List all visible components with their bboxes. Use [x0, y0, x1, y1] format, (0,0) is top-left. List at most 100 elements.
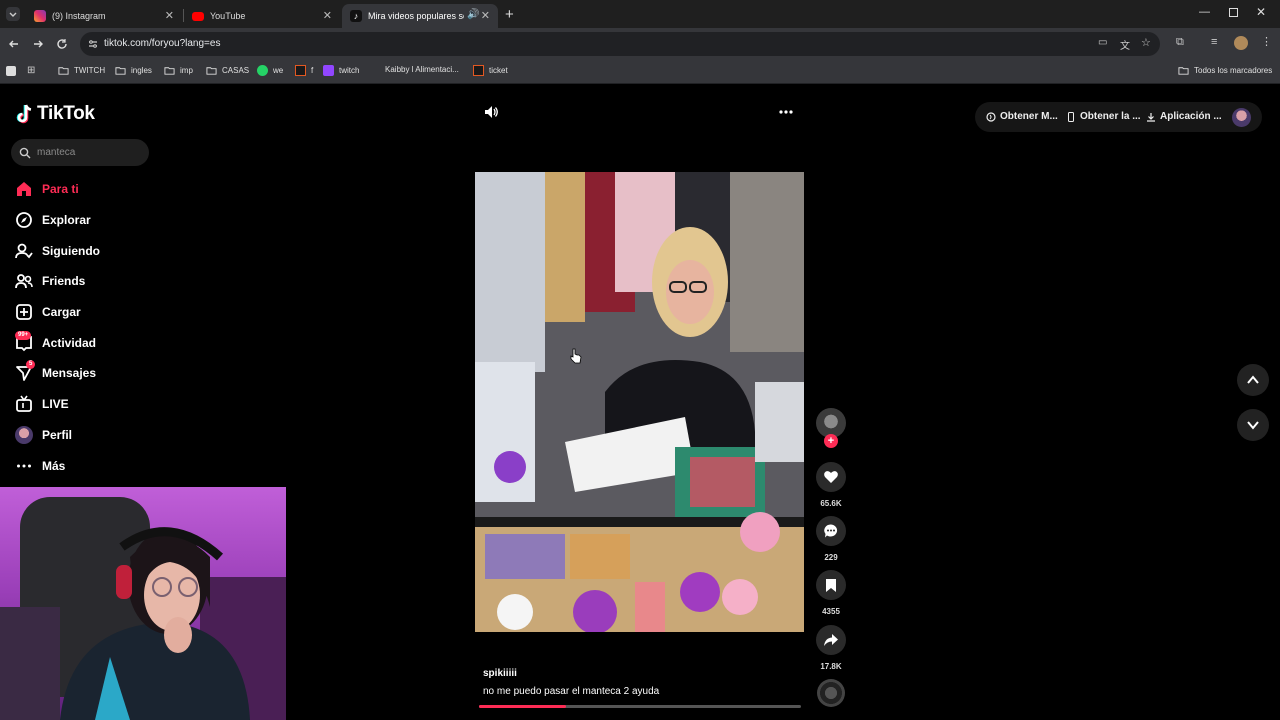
- chevron-down-icon: [9, 12, 17, 17]
- bookmark-label: twitch: [339, 66, 360, 75]
- get-app-button[interactable]: Obtener la ...: [1066, 111, 1141, 122]
- menu-kebab-icon[interactable]: ⋮: [1261, 35, 1272, 48]
- extensions-icon[interactable]: ⧉: [1176, 36, 1184, 49]
- like-button[interactable]: [816, 462, 846, 492]
- tiktok-logo[interactable]: TikTok: [16, 103, 95, 125]
- video-author[interactable]: spikiiiii: [483, 668, 517, 679]
- user-avatar[interactable]: [1232, 108, 1251, 127]
- video-player[interactable]: [475, 172, 804, 632]
- save-count: 4355: [822, 607, 840, 616]
- tab-instagram[interactable]: (9) Instagram ✕: [26, 4, 182, 28]
- bookmark-label: we: [273, 66, 284, 75]
- url-text: tiktok.com/foryou?lang=es: [104, 38, 221, 49]
- bookmark-item[interactable]: ticket: [473, 65, 508, 76]
- bookmark-item[interactable]: f: [295, 65, 313, 76]
- twitch-icon: [323, 65, 334, 76]
- chevron-down-icon: [1247, 421, 1259, 430]
- nav-cargar[interactable]: Cargar: [14, 301, 81, 323]
- nav-label: Más: [42, 459, 66, 473]
- nav-para-ti[interactable]: Para ti: [14, 178, 79, 200]
- nav-perfil[interactable]: Perfil: [14, 424, 72, 446]
- close-icon[interactable]: ✕: [165, 9, 174, 22]
- bookmark-item[interactable]: CASAS: [206, 65, 249, 76]
- tab-youtube[interactable]: YouTube ✕: [184, 4, 340, 28]
- media-controls-icon[interactable]: ≡: [1211, 36, 1217, 48]
- bookmark-item[interactable]: we: [257, 65, 283, 76]
- coin-icon: [986, 111, 996, 122]
- tab-title: Mira videos populares sele: [368, 11, 464, 21]
- desktop-app-button[interactable]: Aplicación ...: [1146, 111, 1222, 122]
- logo-text: TikTok: [37, 103, 95, 124]
- top-action-bar: Obtener M... Obtener la ... Aplicación .…: [975, 102, 1262, 132]
- get-coins-button[interactable]: Obtener M...: [986, 111, 1058, 122]
- forward-icon[interactable]: [32, 38, 44, 50]
- video-progress-fill: [479, 705, 566, 708]
- video-frame: [475, 172, 804, 632]
- whatsapp-icon: [257, 65, 268, 76]
- new-tab-button[interactable]: +: [505, 6, 514, 23]
- messages-badge: 5: [26, 360, 36, 369]
- save-button[interactable]: [816, 570, 846, 600]
- tab-title: YouTube: [210, 11, 246, 21]
- tab-search-button[interactable]: [6, 7, 20, 21]
- close-window-button[interactable]: ✕: [1256, 5, 1266, 19]
- more-options-icon[interactable]: [778, 105, 794, 119]
- close-icon[interactable]: ✕: [481, 9, 490, 22]
- site-info-icon[interactable]: [88, 39, 98, 49]
- minimize-button[interactable]: —: [1199, 6, 1210, 18]
- bookmark-item[interactable]: Kaibby l Alimentaci...: [385, 65, 459, 74]
- bookmark-label: TWITCH: [74, 66, 106, 75]
- next-video-button[interactable]: [1237, 409, 1269, 441]
- button-label: Obtener la ...: [1080, 111, 1141, 122]
- install-app-icon[interactable]: ▭: [1098, 37, 1107, 48]
- tab-tiktok[interactable]: ♪ Mira videos populares sele 🔊 ✕: [342, 4, 498, 28]
- search-input[interactable]: manteca: [11, 139, 149, 166]
- all-bookmarks[interactable]: Todos los marcadores: [1178, 65, 1272, 76]
- volume-icon[interactable]: [483, 104, 499, 120]
- restore-button[interactable]: [1229, 8, 1238, 17]
- nav-label: LIVE: [42, 397, 69, 411]
- bookmark-item[interactable]: ingles: [115, 65, 152, 76]
- star-icon[interactable]: ☆: [1141, 36, 1151, 49]
- bookmark-label: ingles: [131, 66, 152, 75]
- nav-explorar[interactable]: Explorar: [14, 209, 91, 231]
- bookmark-item[interactable]: TWITCH: [58, 65, 105, 76]
- omnibox[interactable]: tiktok.com/foryou?lang=es ▭ 文 ☆: [80, 32, 1160, 56]
- share-count: 17.8K: [820, 662, 842, 671]
- nav-siguiendo[interactable]: Siguiendo: [14, 240, 100, 262]
- previous-video-button[interactable]: [1237, 364, 1269, 396]
- upload-icon: [14, 302, 34, 322]
- nav-mas[interactable]: Más: [14, 455, 65, 477]
- speaker-icon[interactable]: 🔊: [467, 9, 479, 20]
- bookmark-item[interactable]: twitch: [323, 65, 359, 76]
- nav-mensajes[interactable]: 5 Mensajes: [14, 360, 96, 384]
- nav-live[interactable]: LIVE: [14, 393, 69, 415]
- apps-grid-icon[interactable]: ⊞: [27, 65, 35, 76]
- close-icon[interactable]: ✕: [323, 9, 332, 22]
- video-progress-bar[interactable]: [479, 705, 801, 708]
- folder-icon: [115, 67, 126, 75]
- video-caption: no me puedo pasar el manteca 2 ayuda: [483, 686, 660, 697]
- browser-tab-strip: (9) Instagram ✕ YouTube ✕ ♪ Mira videos …: [0, 0, 1280, 28]
- bookmark-label: CASAS: [222, 66, 250, 75]
- search-icon: [19, 147, 31, 159]
- activity-badge: 99+: [15, 331, 32, 340]
- follow-button[interactable]: +: [824, 434, 838, 448]
- comment-button[interactable]: [816, 516, 846, 546]
- nav-friends[interactable]: Friends: [14, 270, 85, 292]
- button-label: Aplicación ...: [1160, 111, 1222, 122]
- nav-actividad[interactable]: 99+ Actividad: [14, 331, 96, 354]
- music-disc-icon[interactable]: [817, 679, 845, 707]
- reload-icon[interactable]: [56, 38, 68, 50]
- nav-label: Perfil: [42, 428, 73, 442]
- back-icon[interactable]: [8, 38, 20, 50]
- bookmark-square-icon[interactable]: [6, 66, 16, 76]
- share-button[interactable]: [816, 625, 846, 655]
- bookmark-item[interactable]: imp: [164, 65, 193, 76]
- home-icon: [14, 179, 34, 199]
- friends-icon: [14, 271, 34, 291]
- profile-avatar[interactable]: [1234, 36, 1248, 50]
- translate-icon[interactable]: 文: [1120, 37, 1130, 52]
- messages-icon: 5: [14, 360, 36, 383]
- youtube-icon: [192, 11, 204, 21]
